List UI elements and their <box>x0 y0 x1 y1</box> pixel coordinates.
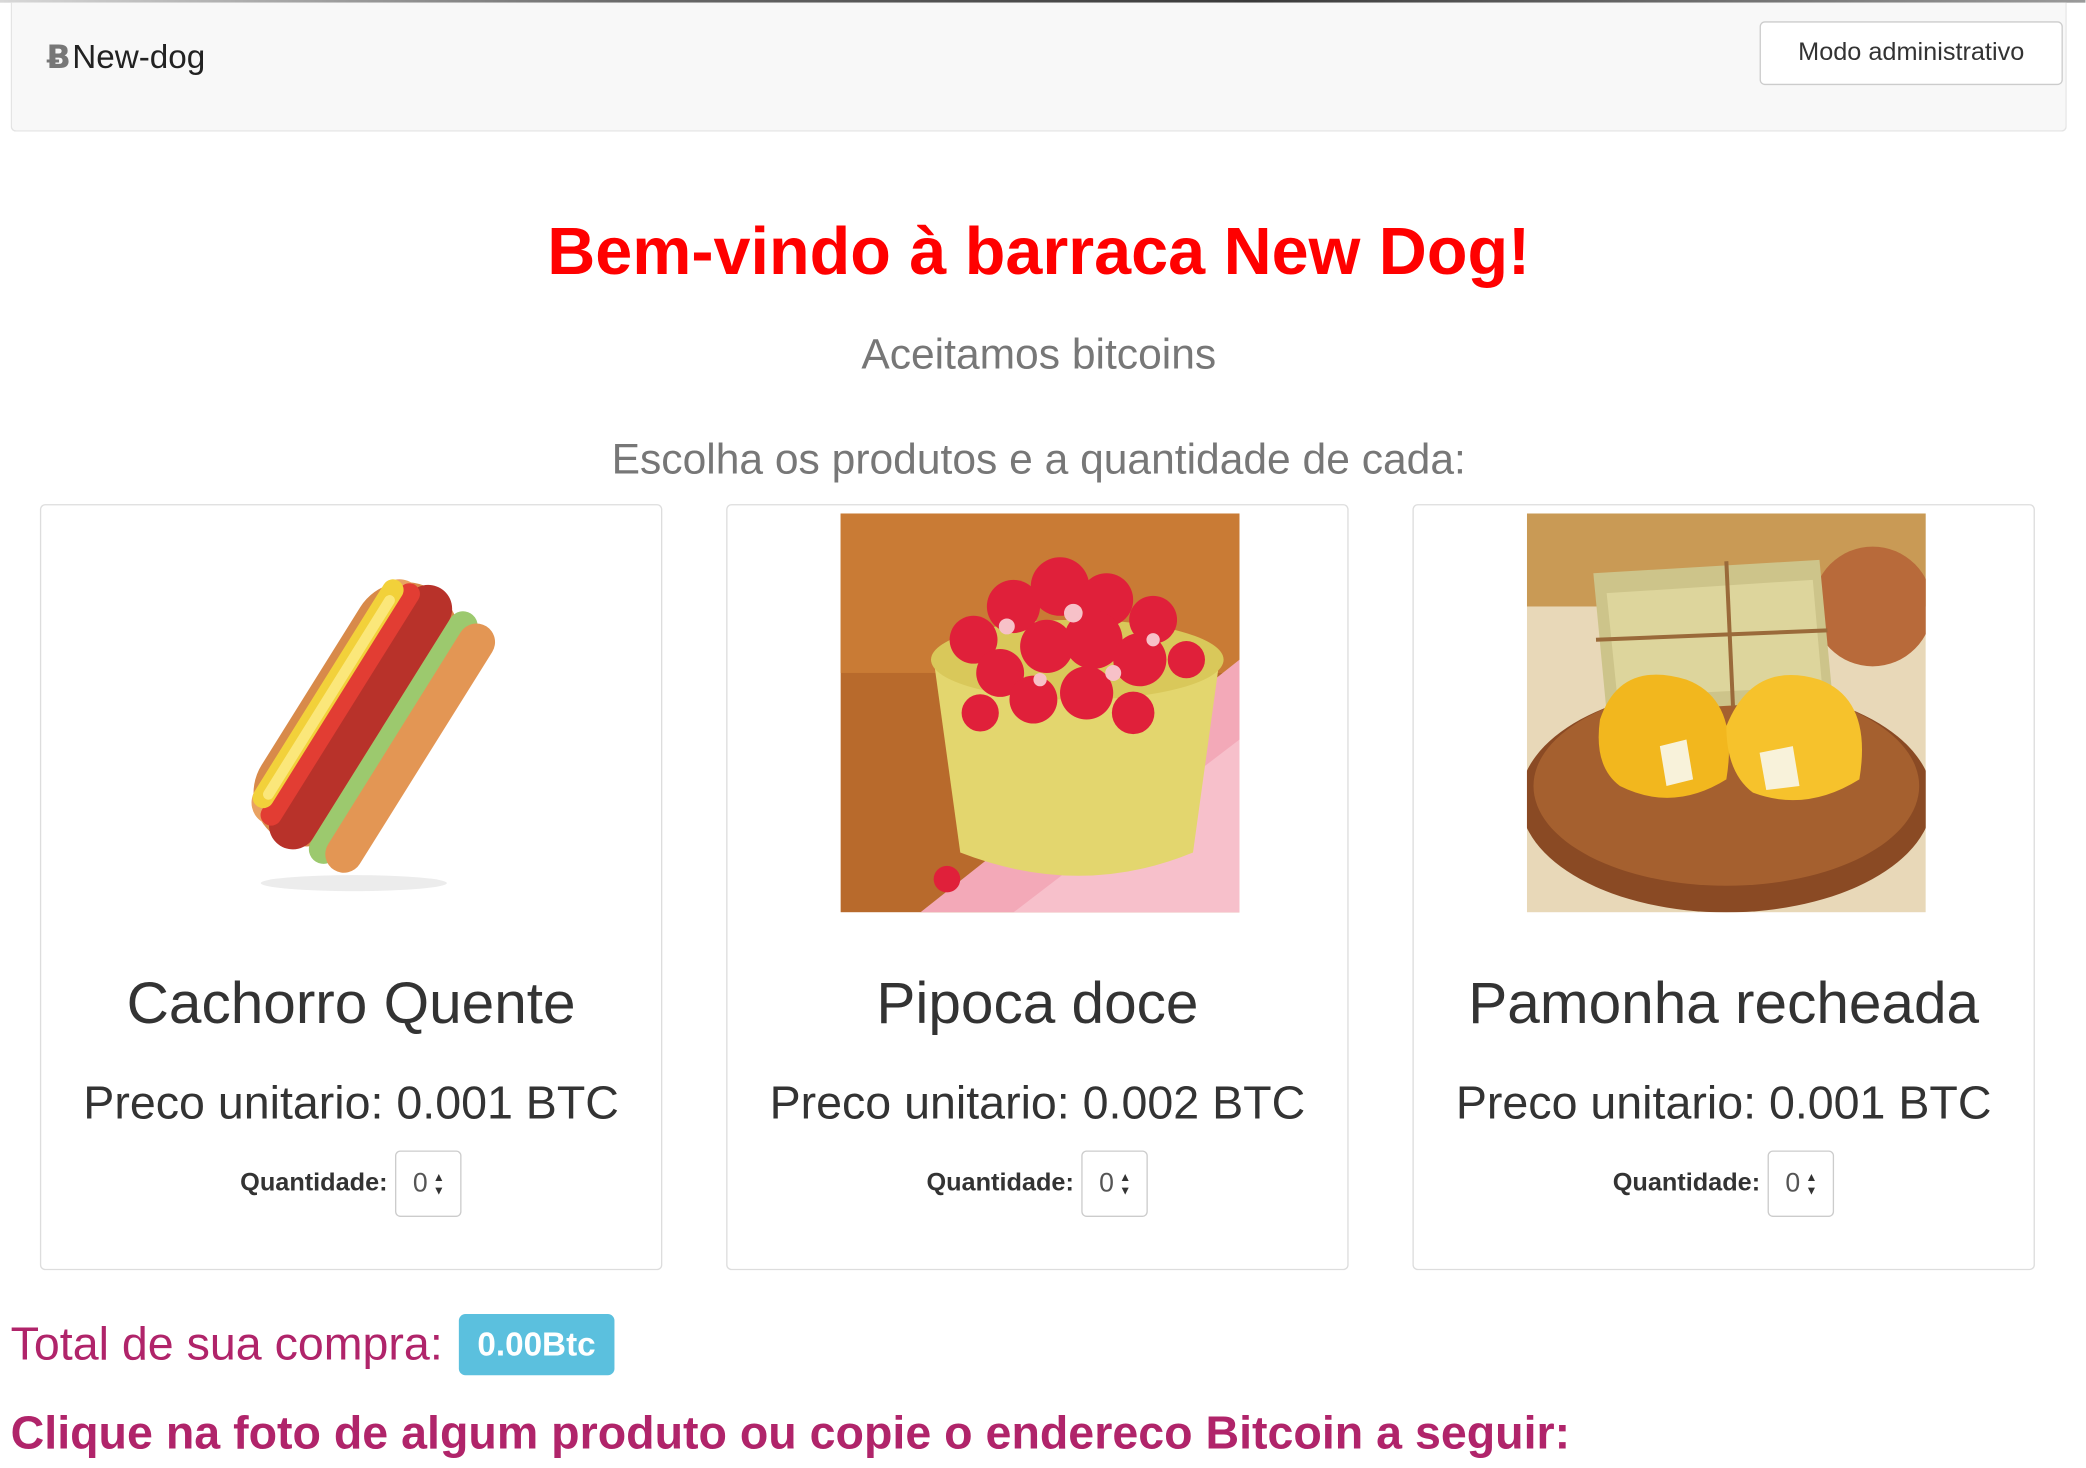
product-name: Pamonha recheada <box>1468 970 1980 1037</box>
page-subtitle: Aceitamos bitcoins <box>861 329 1217 378</box>
page-title: Bem-vindo à barraca New Dog! <box>547 214 1531 289</box>
product-name: Pipoca doce <box>876 970 1199 1037</box>
navbar-brand[interactable]: Ƀ New-dog <box>47 37 206 77</box>
admin-mode-button[interactable]: Modo administrativo <box>1759 21 2063 86</box>
sweet-popcorn-photo[interactable] <box>840 513 1240 913</box>
quantity-value: 0 <box>412 1168 428 1198</box>
quantity-value: 0 <box>1099 1168 1114 1198</box>
quantity-value: 0 <box>1785 1168 1801 1198</box>
quantity-row: Quantidade: 0 ▲ ▼ <box>728 1150 1348 1217</box>
quantity-stepper[interactable]: 0 ▲ ▼ <box>1768 1150 1835 1217</box>
product-price: Preco unitario: 0.001 BTC <box>83 1077 619 1130</box>
total-badge: 0.00Btc <box>458 1314 615 1376</box>
total-label: Total de sua compra: <box>10 1318 443 1370</box>
quantity-row: Quantidade: 0 ▲ ▼ <box>41 1150 661 1217</box>
payment-instruction: Clique na foto de algum produto ou copie… <box>10 1407 1571 1460</box>
product-price: Preco unitario: 0.002 BTC <box>769 1077 1306 1130</box>
bitcoin-icon: Ƀ <box>46 38 71 76</box>
product-name: Cachorro Quente <box>126 970 576 1037</box>
page-root: Ƀ New-dog Modo administrativo Bem-vindo … <box>0 0 2086 1468</box>
popcorn-image <box>840 513 1240 913</box>
stepper-arrows-icon[interactable]: ▲ ▼ <box>1805 1170 1817 1197</box>
product-price: Preco unitario: 0.001 BTC <box>1455 1077 1992 1130</box>
quantity-row: Quantidade: 0 ▲ ▼ <box>1414 1150 2034 1217</box>
quantity-label: Quantidade: <box>926 1169 1074 1197</box>
quantity-label: Quantidade: <box>240 1169 388 1197</box>
product-card: Cachorro Quente Preco unitario: 0.001 BT… <box>39 504 663 1271</box>
quantity-stepper[interactable]: 0 ▲ ▼ <box>395 1150 463 1217</box>
navbar: Ƀ New-dog Modo administrativo <box>10 2 2067 132</box>
stepper-arrows-icon[interactable]: ▲ ▼ <box>1119 1170 1131 1197</box>
pamonha-image <box>1526 513 1926 913</box>
product-card: Pipoca doce Preco unitario: 0.002 BTC Qu… <box>726 504 1349 1271</box>
hotdog-image <box>154 513 554 913</box>
quantity-stepper[interactable]: 0 ▲ ▼ <box>1081 1150 1149 1217</box>
brand-name: New-dog <box>72 37 206 76</box>
purchase-total: Total de sua compra: 0.00Btc <box>10 1314 615 1376</box>
hotdog-photo[interactable] <box>154 513 554 913</box>
pamonha-photo[interactable] <box>1526 513 1926 913</box>
product-card: Pamonha recheada Preco unitario: 0.001 B… <box>1412 504 2035 1271</box>
product-instruction: Escolha os produtos e a quantidade de ca… <box>611 434 1466 483</box>
quantity-label: Quantidade: <box>1612 1169 1761 1197</box>
stepper-arrows-icon[interactable]: ▲ ▼ <box>433 1170 445 1197</box>
